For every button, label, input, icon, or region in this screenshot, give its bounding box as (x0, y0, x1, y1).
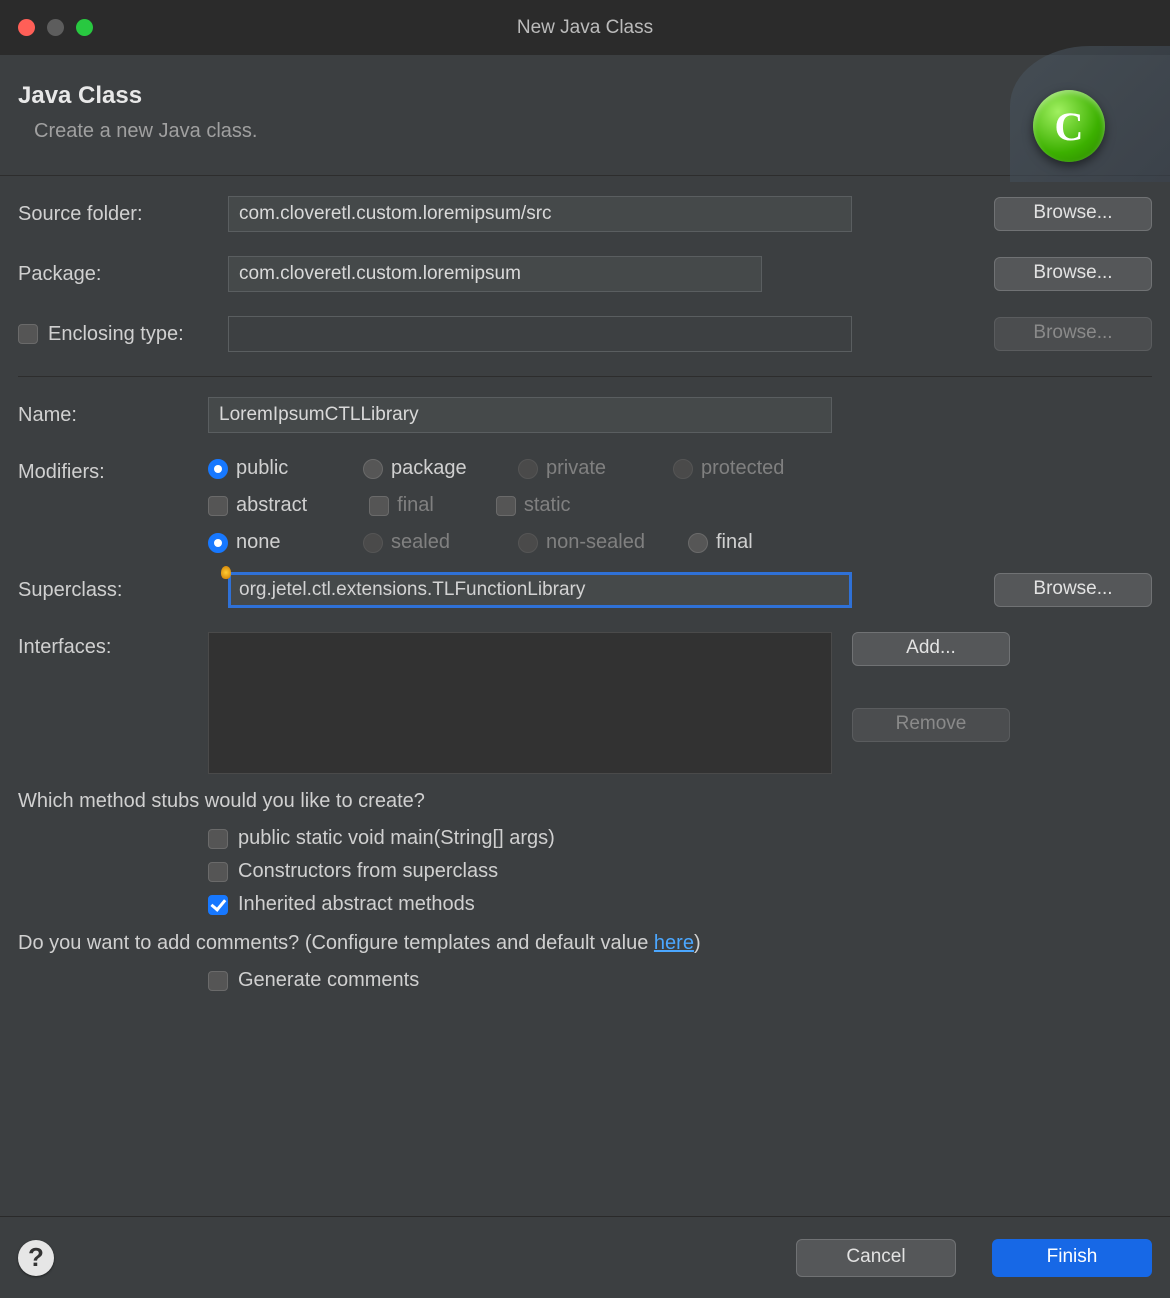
browse-superclass-button[interactable]: Browse... (994, 573, 1152, 607)
package-row: Package: Browse... (18, 256, 1152, 292)
name-row: Name: (18, 397, 1152, 433)
configure-templates-link[interactable]: here (654, 932, 694, 954)
stub-constructors-label: Constructors from superclass (238, 860, 498, 883)
comments-prompt: Do you want to add comments? (Configure … (18, 932, 1152, 955)
enclosing-type-label-wrap: Enclosing type: (18, 323, 208, 346)
lightbulb-icon[interactable] (221, 566, 231, 579)
sealed-modifier-group: none sealed non-sealed final (208, 531, 968, 554)
divider (18, 376, 1152, 377)
sealed-none-radio[interactable]: none (208, 531, 363, 554)
superclass-row: Superclass: Browse... (18, 572, 1152, 608)
footer: ? Cancel Finish (0, 1216, 1170, 1298)
add-interface-button[interactable]: Add... (852, 632, 1010, 666)
superclass-label: Superclass: (18, 579, 208, 602)
interfaces-label: Interfaces: (18, 632, 208, 659)
modifiers-row: Modifiers: public package private protec… (18, 457, 1152, 554)
enclosing-type-label: Enclosing type: (48, 323, 184, 346)
modifier-public-radio[interactable]: public (208, 457, 363, 480)
stub-inherited-row[interactable]: Inherited abstract methods (208, 893, 1152, 916)
stub-inherited-checkbox[interactable] (208, 895, 228, 915)
stub-inherited-label: Inherited abstract methods (238, 893, 475, 916)
generate-comments-checkbox[interactable] (208, 971, 228, 991)
package-input[interactable] (228, 256, 762, 292)
close-window-icon[interactable] (18, 19, 35, 36)
enclosing-type-row: Enclosing type: Browse... (18, 316, 1152, 352)
name-input[interactable] (208, 397, 832, 433)
package-label: Package: (18, 263, 208, 286)
modifier-flags-group: abstract final static (208, 494, 968, 517)
modifier-protected-radio: protected (673, 457, 828, 480)
page-title: Java Class (18, 82, 257, 110)
generate-comments-label: Generate comments (238, 969, 419, 992)
help-icon[interactable]: ? (18, 1240, 54, 1276)
source-folder-row: Source folder: Browse... (18, 196, 1152, 232)
superclass-input[interactable] (228, 572, 852, 608)
enclosing-type-input (228, 316, 852, 352)
browse-package-button[interactable]: Browse... (994, 257, 1152, 291)
sealed-sealed-radio: sealed (363, 531, 518, 554)
source-folder-input[interactable] (228, 196, 852, 232)
modifier-package-radio[interactable]: package (363, 457, 518, 480)
stub-main-row[interactable]: public static void main(String[] args) (208, 827, 1152, 850)
interfaces-list[interactable] (208, 632, 832, 774)
interfaces-row: Interfaces: Add... Remove (18, 632, 1152, 774)
sealed-final-radio[interactable]: final (688, 531, 843, 554)
stub-constructors-row[interactable]: Constructors from superclass (208, 860, 1152, 883)
modifier-abstract-checkbox[interactable]: abstract (208, 494, 307, 517)
wizard-header: Java Class Create a new Java class. C (0, 55, 1170, 175)
browse-source-folder-button[interactable]: Browse... (994, 197, 1152, 231)
access-modifier-group: public package private protected (208, 457, 968, 480)
modifier-private-radio: private (518, 457, 673, 480)
finish-button[interactable]: Finish (992, 1239, 1152, 1277)
wizard-banner-icon: C (1004, 62, 1134, 162)
remove-interface-button: Remove (852, 708, 1010, 742)
modifiers-label: Modifiers: (18, 457, 208, 484)
sealed-non-sealed-radio: non-sealed (518, 531, 688, 554)
form: Source folder: Browse... Package: Browse… (0, 176, 1170, 992)
window-controls (18, 19, 93, 36)
page-subtitle: Create a new Java class. (34, 120, 257, 143)
source-folder-label: Source folder: (18, 203, 208, 226)
name-label: Name: (18, 404, 208, 427)
generate-comments-row[interactable]: Generate comments (208, 969, 1152, 992)
modifier-static-checkbox: static (496, 494, 571, 517)
window-title: New Java Class (517, 17, 653, 39)
stub-main-label: public static void main(String[] args) (238, 827, 555, 850)
method-stubs-prompt: Which method stubs would you like to cre… (18, 790, 1152, 813)
class-c-icon: C (1033, 90, 1105, 162)
cancel-button[interactable]: Cancel (796, 1239, 956, 1277)
stub-constructors-checkbox[interactable] (208, 862, 228, 882)
minimize-window-icon[interactable] (47, 19, 64, 36)
zoom-window-icon[interactable] (76, 19, 93, 36)
browse-enclosing-type-button: Browse... (994, 317, 1152, 351)
titlebar: New Java Class (0, 0, 1170, 55)
enclosing-type-checkbox[interactable] (18, 324, 38, 344)
stub-main-checkbox[interactable] (208, 829, 228, 849)
modifier-final-checkbox: final (369, 494, 434, 517)
